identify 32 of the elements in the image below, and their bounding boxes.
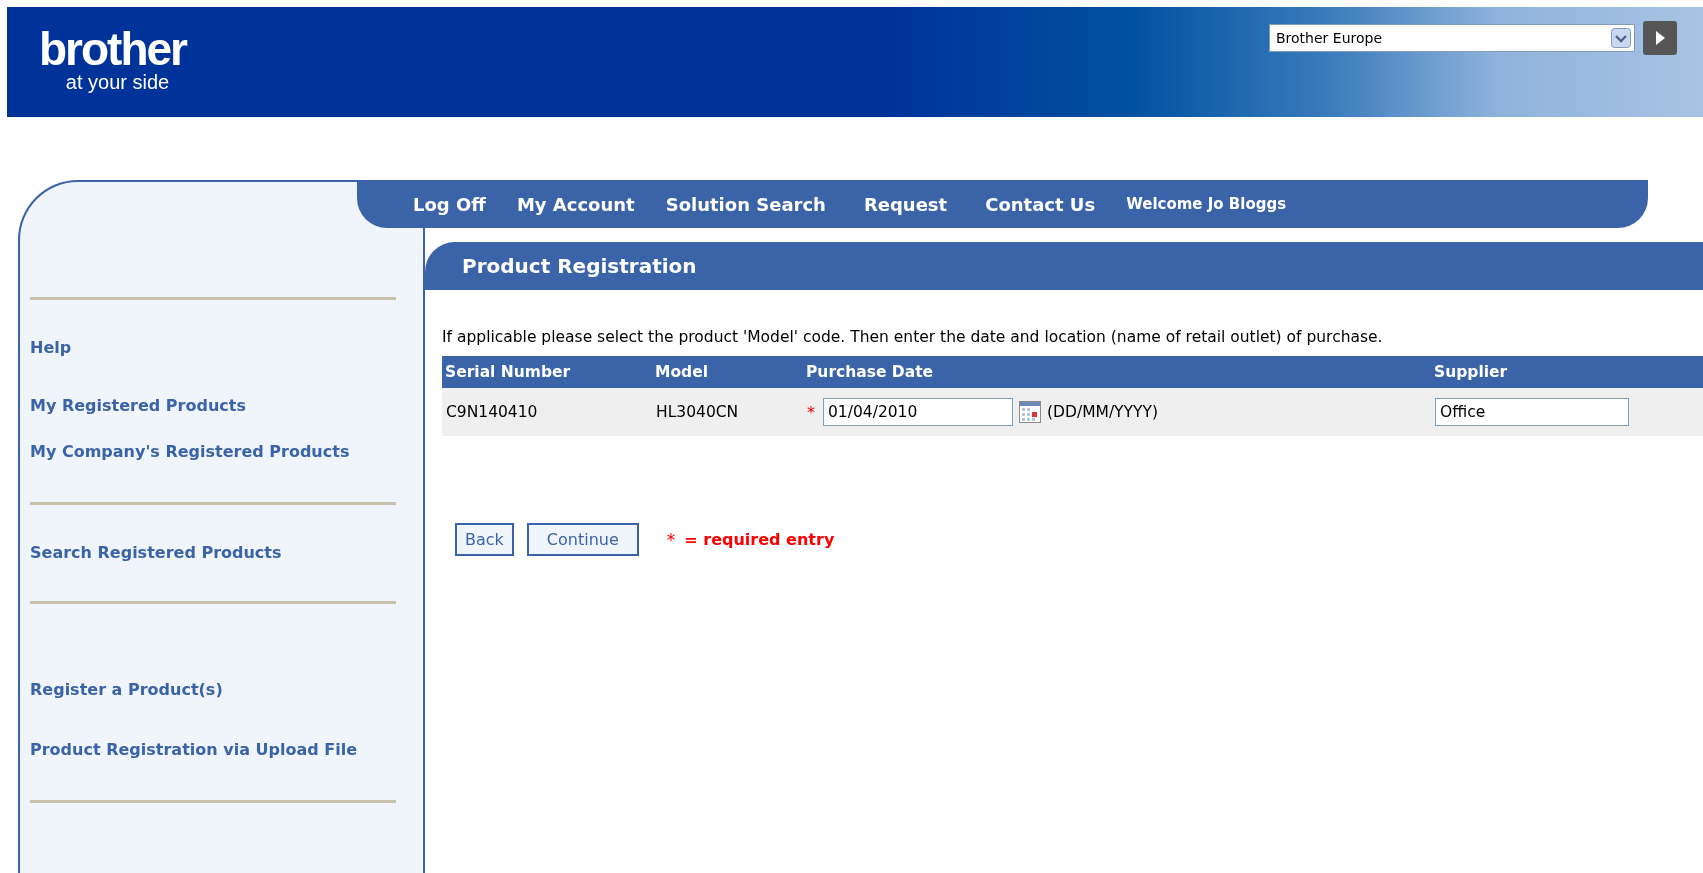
nav-link[interactable]: Solution Search	[665, 193, 826, 215]
sidebar-link[interactable]: Search Registered Products	[30, 543, 423, 563]
sidebar-link[interactable]: Help	[30, 338, 423, 358]
nav-link[interactable]: My Account	[516, 193, 635, 215]
supplier-field[interactable]: Office	[1435, 398, 1629, 426]
nav-link[interactable]: Log Off	[413, 193, 486, 215]
column-header: Purchase Date	[803, 356, 1431, 388]
sidebar-link[interactable]: My Registered Products	[30, 396, 423, 416]
required-legend: = required entry	[684, 530, 835, 549]
region-select[interactable]: Brother Europe	[1269, 24, 1635, 52]
calendar-icon[interactable]	[1019, 401, 1041, 423]
model-code: HL3040CN	[656, 403, 739, 421]
sidebar-link[interactable]: Register a Product(s)	[30, 680, 423, 700]
brand-logo: brother at your side	[39, 27, 186, 93]
column-header: Model	[652, 356, 803, 388]
required-mark: *	[807, 402, 815, 422]
date-format-hint: (DD/MM/YYYY)	[1047, 403, 1159, 421]
page-title: Product Registration	[425, 242, 1703, 290]
column-header: Serial Number	[442, 356, 652, 388]
sidebar-link[interactable]: Product Registration via Upload File	[30, 740, 423, 760]
nav-link[interactable]: Request	[863, 193, 948, 215]
sidebar-link[interactable]: My Company's Registered Products	[30, 442, 423, 462]
required-mark: *	[666, 529, 676, 550]
nav-link[interactable]: Contact Us	[985, 193, 1096, 215]
serial-number: C9N140410	[446, 403, 538, 421]
form-button[interactable]: Back	[455, 523, 514, 556]
purchase-date-field[interactable]: 01/04/2010	[823, 398, 1013, 426]
welcome-text: Welcome Jo Bloggs	[1126, 195, 1287, 213]
form-button[interactable]: Continue	[526, 523, 639, 556]
column-header: Supplier	[1431, 356, 1703, 388]
go-button[interactable]	[1643, 21, 1677, 55]
instructions-text: If applicable please select the product 'Model' code. Then enter the date and location (name of retail outlet) of purchase.	[442, 328, 1384, 346]
